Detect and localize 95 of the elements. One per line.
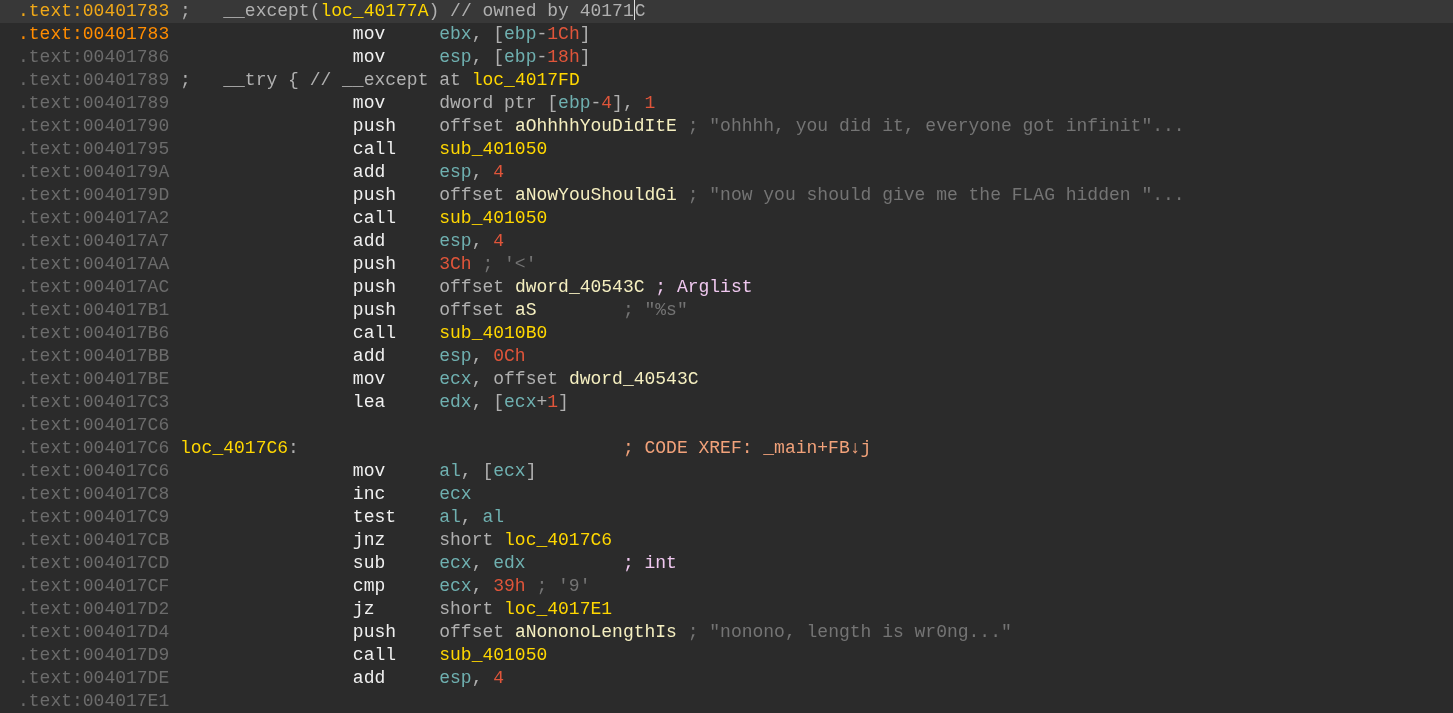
code-comment: ; CODE XREF: _main+FB↓j: [622, 437, 872, 460]
line-address: .text:004017C6: [18, 414, 171, 437]
mnemonic: call: [352, 322, 398, 345]
operand-text: sub_401050: [439, 138, 548, 161]
operand-text: dword ptr [ebp-4], 1: [439, 92, 656, 115]
operand-text: al, [ecx]: [439, 460, 537, 483]
line-address: .text:004017E1: [18, 690, 171, 713]
mnemonic: call: [352, 138, 398, 161]
mnemonic: mov: [352, 46, 387, 69]
line-address: .text:004017BE: [18, 368, 171, 391]
operand-text: sub_4010B0: [439, 322, 548, 345]
operand-text: ebx, [ebp-1Ch]: [439, 23, 591, 46]
code-comment: ; "ohhhh, you did it, everyone got infinit"...: [687, 115, 1185, 138]
mnemonic: mov: [352, 460, 387, 483]
line-address: .text:00401789: [18, 92, 171, 115]
line-address: .text:00401795: [18, 138, 171, 161]
line-address: .text:004017C6: [18, 437, 171, 460]
operand-text: sub_401050: [439, 207, 548, 230]
mnemonic: call: [352, 207, 398, 230]
mnemonic: cmp: [352, 575, 387, 598]
operand-text: ecx, 39h: [439, 575, 526, 598]
operand-text: short loc_4017C6: [439, 529, 613, 552]
code-label[interactable]: loc_4017C6:: [180, 437, 623, 460]
mnemonic: call: [352, 644, 398, 667]
mnemonic: push: [352, 299, 398, 322]
line-address: .text:004017BB: [18, 345, 171, 368]
line-address: .text:004017B6: [18, 322, 171, 345]
code-comment: ; "now you should give me the FLAG hidden "...: [687, 184, 1185, 207]
mnemonic: jz: [352, 598, 376, 621]
line-address: .text:004017C3: [18, 391, 171, 414]
line-address: .text:0040179D: [18, 184, 171, 207]
line-address: .text:004017CB: [18, 529, 171, 552]
mnemonic: push: [352, 621, 398, 644]
operand-text: ecx, offset dword_40543C: [439, 368, 699, 391]
operand-text: 3Ch: [439, 253, 472, 276]
operand-text: esp, 4: [439, 161, 505, 184]
mnemonic: push: [352, 115, 398, 138]
mnemonic: mov: [352, 23, 387, 46]
line-address: .text:00401783: [18, 23, 171, 46]
mnemonic: inc: [352, 483, 387, 506]
line-address: .text:004017D9: [18, 644, 171, 667]
line-address: .text:004017AA: [18, 253, 171, 276]
operand-text: esp, [ebp-18h]: [439, 46, 591, 69]
line-address: .text:004017CD: [18, 552, 171, 575]
mnemonic: sub: [352, 552, 387, 575]
operand-text: offset aS: [439, 299, 538, 322]
operand-text: offset aOhhhhYouDidItE: [439, 115, 677, 138]
operand-text: edx, [ecx+1]: [439, 391, 569, 414]
line-address: .text:004017D4: [18, 621, 171, 644]
code-comment: ; __try { // __except at loc_4017FD: [180, 69, 580, 92]
line-address: .text:0040179A: [18, 161, 171, 184]
operand-text: ecx: [439, 483, 472, 506]
operand-text: esp, 0Ch: [439, 345, 526, 368]
code-comment: ; "nonono, length is wr0ng...": [687, 621, 1012, 644]
mnemonic: add: [352, 161, 387, 184]
code-comment: ; __except(loc_40177A) // owned by 40171C: [180, 0, 646, 23]
line-address: .text:00401786: [18, 46, 171, 69]
line-address: .text:00401789: [18, 69, 171, 92]
operand-text: offset aNononoLengthIs: [439, 621, 677, 644]
mnemonic: add: [352, 667, 387, 690]
mnemonic: add: [352, 345, 387, 368]
line-address: .text:004017C8: [18, 483, 171, 506]
mnemonic: jnz: [352, 529, 387, 552]
line-address: .text:00401790: [18, 115, 171, 138]
line-address: .text:004017A2: [18, 207, 171, 230]
mnemonic: push: [352, 184, 398, 207]
mnemonic: lea: [352, 391, 387, 414]
operand-text: ecx, edx: [439, 552, 527, 575]
mnemonic: push: [352, 276, 398, 299]
line-address: .text:004017AC: [18, 276, 171, 299]
mnemonic: test: [352, 506, 398, 529]
code-comment: ; Arglist: [655, 276, 753, 299]
code-comment: ; '<': [482, 253, 537, 276]
line-address: .text:004017CF: [18, 575, 171, 598]
code-comment: ; int: [622, 552, 677, 575]
line-address: .text:004017DE: [18, 667, 171, 690]
mnemonic: add: [352, 230, 387, 253]
operand-text: short loc_4017E1: [439, 598, 613, 621]
line-address: .text:004017C6: [18, 460, 171, 483]
operand-text: esp, 4: [439, 230, 505, 253]
operand-text: offset dword_40543C: [439, 276, 645, 299]
code-comment: ; "%s": [622, 299, 688, 322]
line-address: .text:004017A7: [18, 230, 171, 253]
operand-text: offset aNowYouShouldGi: [439, 184, 677, 207]
mnemonic: mov: [352, 92, 387, 115]
operand-text: esp, 4: [439, 667, 505, 690]
line-address: .text:004017D2: [18, 598, 171, 621]
code-comment: ; '9': [536, 575, 591, 598]
line-address: .text:004017B1: [18, 299, 171, 322]
mnemonic: mov: [352, 368, 387, 391]
line-address: .text:00401783: [18, 0, 171, 23]
mnemonic: push: [352, 253, 398, 276]
operand-text: al, al: [439, 506, 505, 529]
operand-text: sub_401050: [439, 644, 548, 667]
line-address: .text:004017C9: [18, 506, 171, 529]
